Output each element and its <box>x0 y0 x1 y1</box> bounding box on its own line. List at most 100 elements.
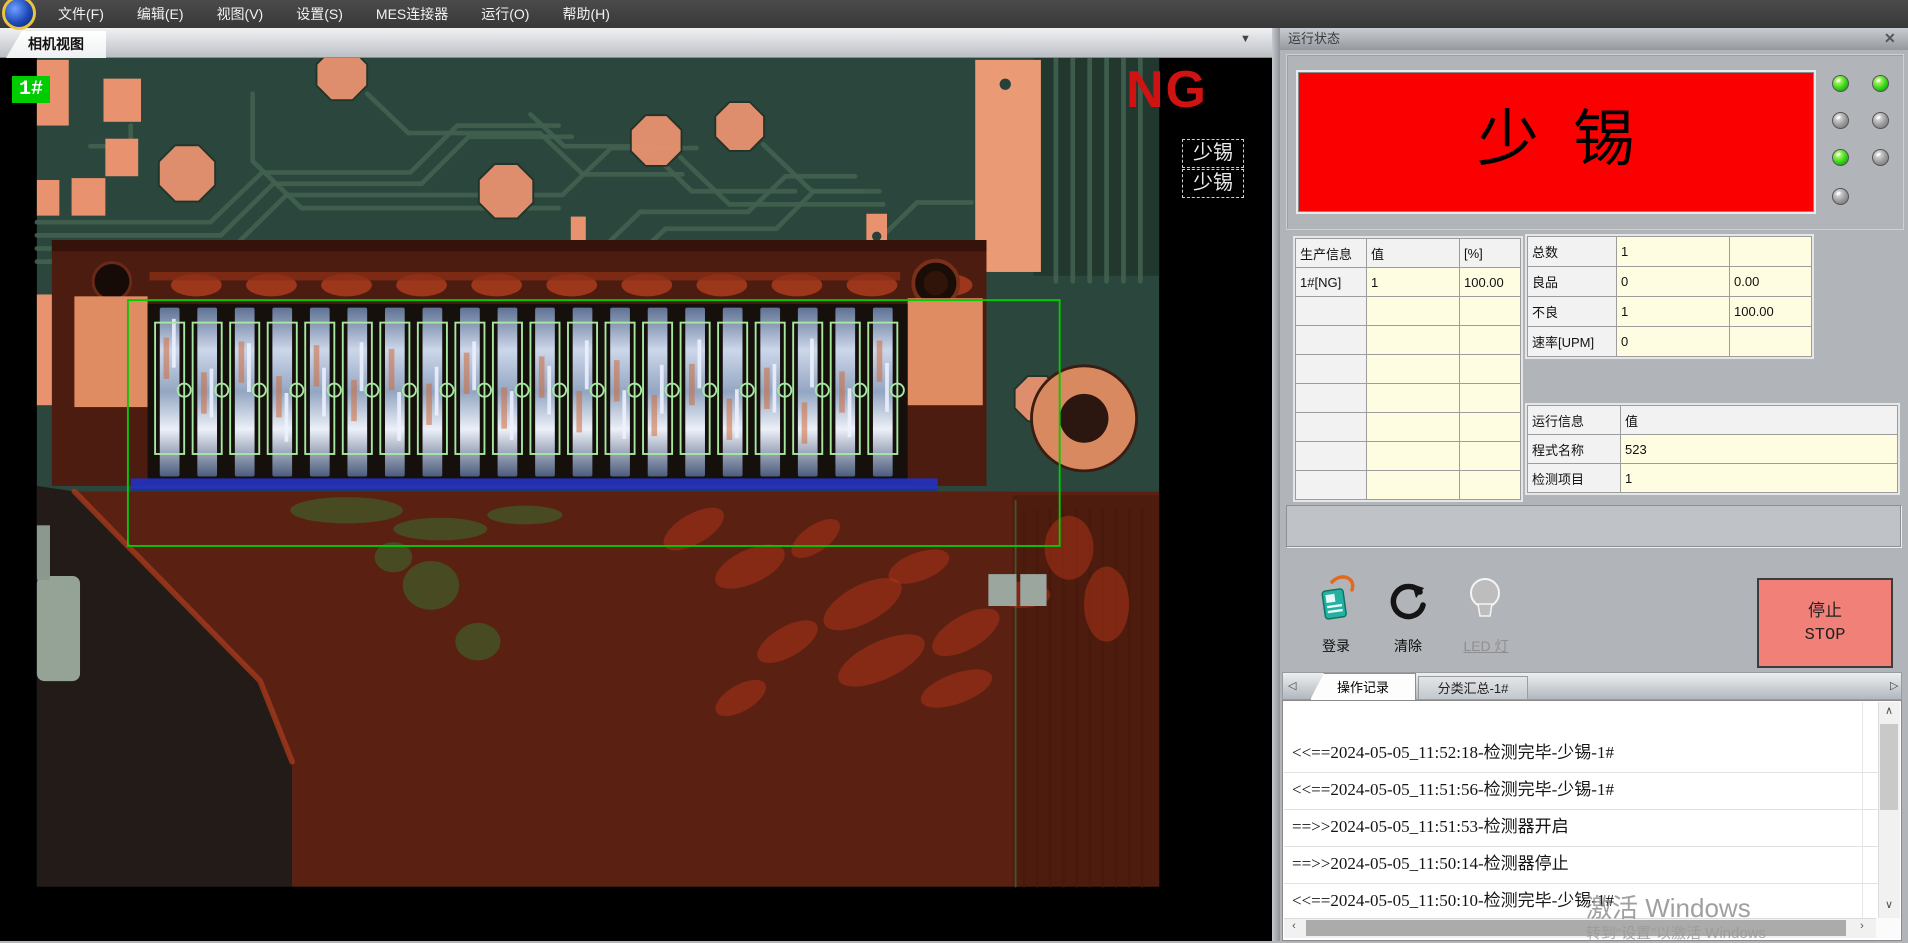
runinfo-table-row-2: 检测项目1 <box>1528 464 1898 493</box>
operation-log-list[interactable]: <<==2024-05-05_11:52:18-检测完毕-少锡-1#<<==20… <box>1284 702 1878 918</box>
stats-table-row-3: 速率[UPM]0 <box>1528 327 1812 357</box>
runinfo-table: 运行信息值程式名称523检测项目1 <box>1527 405 1898 493</box>
defect-label-0: 少锡 <box>1182 139 1244 168</box>
runinfo-table-row-1: 程式名称523 <box>1528 435 1898 464</box>
stats-table-row-2: 不良1100.00 <box>1528 297 1812 327</box>
stats-table-cell-2-1: 1 <box>1617 297 1730 327</box>
stats-table-cell-3-1: 0 <box>1617 327 1730 357</box>
log-column-divider <box>1862 702 1863 918</box>
runinfo-table-cell-0-0: 运行信息 <box>1528 406 1621 435</box>
production-table-row-5 <box>1296 384 1521 413</box>
production-table-cell-7-2 <box>1460 442 1521 471</box>
stats-table-cell-2-0: 不良 <box>1528 297 1617 327</box>
stats-table-cell-1-1: 0 <box>1617 267 1730 297</box>
menu-bar: 文件(F) 编辑(E) 视图(V) 设置(S) MES连接器 运行(O) 帮助(H) <box>0 0 1908 28</box>
production-table-cell-4-2 <box>1460 355 1521 384</box>
production-table-cell-1-2: 100.00 <box>1460 268 1521 297</box>
led-lamp-icon[interactable] <box>1462 574 1508 626</box>
runinfo-table-cell-2-1: 1 <box>1621 464 1898 493</box>
stop-button-en: STOP <box>1759 623 1891 648</box>
production-table-cell-0-1: 值 <box>1367 239 1460 268</box>
stats-table-row-0: 总数1 <box>1528 237 1812 267</box>
production-table-cell-7-0 <box>1296 442 1367 471</box>
menu-items: 文件(F) 编辑(E) 视图(V) 设置(S) MES连接器 运行(O) 帮助(H) <box>58 0 643 28</box>
login-button[interactable]: 登录 <box>1306 636 1366 656</box>
scroll-right-icon[interactable]: › <box>1852 920 1872 932</box>
windows-activation-watermark: 激活 Windows <box>1586 888 1751 925</box>
close-icon[interactable]: ✕ <box>1884 30 1896 47</box>
scroll-down-icon[interactable]: ∨ <box>1879 898 1899 911</box>
stats-table-cell-2-2: 100.00 <box>1730 297 1812 327</box>
menu-item-3[interactable]: 设置(S) <box>296 0 343 28</box>
stats-table-row-1: 良品00.00 <box>1528 267 1812 297</box>
runinfo-table-cell-1-0: 程式名称 <box>1528 435 1621 464</box>
led-specular <box>1876 115 1882 120</box>
log-row-1: <<==2024-05-05_11:51:56-检测完毕-少锡-1# <box>1284 773 1878 810</box>
stats-table-cell-0-1: 1 <box>1617 237 1730 267</box>
vertical-scroll-thumb[interactable] <box>1880 724 1898 810</box>
menu-item-4[interactable]: MES连接器 <box>376 0 448 28</box>
production-table-row-7 <box>1296 442 1521 471</box>
menu-item-1[interactable]: 编辑(E) <box>137 0 184 28</box>
production-table-cell-8-2 <box>1460 471 1521 500</box>
runinfo-table-row-0: 运行信息值 <box>1528 406 1898 435</box>
production-table-row-3 <box>1296 326 1521 355</box>
status-led-3-off <box>1872 112 1889 129</box>
stats-table-cell-1-2: 0.00 <box>1730 267 1812 297</box>
pcb-camera-image <box>0 58 1196 941</box>
stats-table-cell-3-2 <box>1730 327 1812 357</box>
production-table-cell-3-2 <box>1460 326 1521 355</box>
scrollbar-corner <box>1876 918 1900 938</box>
clear-refresh-icon[interactable] <box>1386 578 1430 624</box>
camera-image-view: 1# NG 少锡少锡 <box>0 58 1272 941</box>
production-table-row-4 <box>1296 355 1521 384</box>
production-table-cell-2-2 <box>1460 297 1521 326</box>
production-table-cell-6-2 <box>1460 413 1521 442</box>
log-tab-1[interactable]: 分类汇总-1# <box>1418 676 1528 700</box>
stats-table-cell-1-0: 良品 <box>1528 267 1617 297</box>
vertical-splitter[interactable] <box>1272 28 1280 941</box>
led-light-button[interactable]: LED 灯 <box>1450 636 1522 656</box>
production-table-row-6 <box>1296 413 1521 442</box>
production-table-cell-7-1 <box>1367 442 1460 471</box>
status-led-4-on <box>1832 149 1849 166</box>
production-table-cell-3-1 <box>1367 326 1460 355</box>
production-table-cell-4-1 <box>1367 355 1460 384</box>
menu-item-6[interactable]: 帮助(H) <box>562 0 609 28</box>
production-table-cell-6-1 <box>1367 413 1460 442</box>
log-row-3: ==>>2024-05-05_11:50:14-检测器停止 <box>1284 847 1878 884</box>
production-table-cell-2-0 <box>1296 297 1367 326</box>
log-tab-0[interactable]: 操作记录 <box>1310 673 1416 700</box>
stats-table-cell-0-0: 总数 <box>1528 237 1617 267</box>
stats-table-cell-0-2 <box>1730 237 1812 267</box>
menu-item-2[interactable]: 视图(V) <box>217 0 264 28</box>
scroll-left-icon[interactable]: ‹ <box>1284 920 1304 932</box>
status-led-2-off <box>1832 112 1849 129</box>
status-led-5-off <box>1872 149 1889 166</box>
defect-label-list: 少锡少锡 <box>1182 139 1244 199</box>
production-table-cell-5-0 <box>1296 384 1367 413</box>
login-badge-icon[interactable] <box>1312 574 1362 626</box>
production-table-cell-4-0 <box>1296 355 1367 384</box>
clear-button[interactable]: 清除 <box>1380 636 1436 656</box>
production-table-cell-8-1 <box>1367 471 1460 500</box>
tab-scroll-right-icon[interactable]: ▷ <box>1890 679 1898 692</box>
production-table-cell-5-2 <box>1460 384 1521 413</box>
menu-item-5[interactable]: 运行(O) <box>481 0 529 28</box>
production-table-cell-2-1 <box>1367 297 1460 326</box>
windows-activation-hint: 转到“设置”以激活 Windows <box>1586 922 1766 943</box>
status-led-6-off <box>1832 188 1849 205</box>
menu-item-0[interactable]: 文件(F) <box>58 0 104 28</box>
defect-label-1: 少锡 <box>1182 169 1244 198</box>
production-table-row-8 <box>1296 471 1521 500</box>
runinfo-table-cell-0-1: 值 <box>1621 406 1898 435</box>
scroll-up-icon[interactable]: ∧ <box>1879 704 1899 717</box>
runinfo-table-cell-2-0: 检测项目 <box>1528 464 1621 493</box>
production-table-cell-3-0 <box>1296 326 1367 355</box>
tab-scroll-left-icon[interactable]: ◁ <box>1288 679 1296 692</box>
production-table-cell-1-1: 1 <box>1367 268 1460 297</box>
chevron-down-icon[interactable]: ▼ <box>1240 33 1251 45</box>
tab-camera-view[interactable]: 相机视图 <box>6 31 106 58</box>
status-led-0-on <box>1832 75 1849 92</box>
stop-button[interactable]: 停止 STOP <box>1757 578 1893 668</box>
